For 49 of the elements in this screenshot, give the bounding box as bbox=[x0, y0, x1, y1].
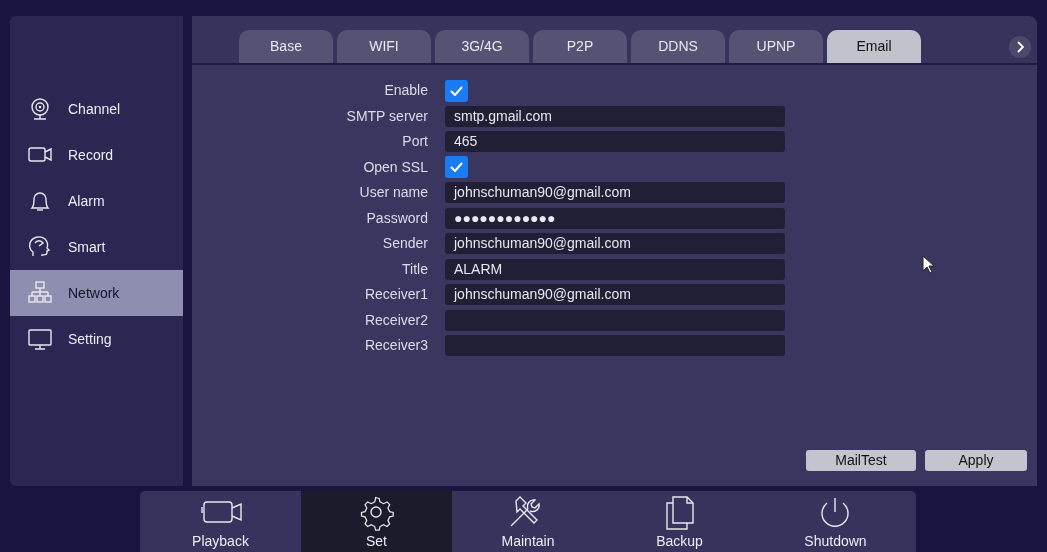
input-field[interactable]: johnschuman90@gmail.com bbox=[445, 182, 785, 203]
input-field[interactable]: ●●●●●●●●●●●● bbox=[445, 207, 785, 229]
field-label: Password bbox=[365, 208, 428, 228]
tab[interactable]: DDNS bbox=[631, 30, 725, 63]
sidebar-item[interactable]: Record bbox=[10, 132, 183, 178]
chevron-right-icon bbox=[1016, 41, 1024, 53]
sidebar-item[interactable]: Channel bbox=[10, 86, 183, 132]
checkbox[interactable] bbox=[445, 156, 468, 178]
field-label: Enable bbox=[383, 81, 428, 100]
sidebar-item[interactable]: Smart bbox=[10, 224, 183, 270]
field-label: Title bbox=[401, 259, 428, 279]
toolbar-button[interactable]: Shutdown bbox=[755, 491, 916, 552]
input-field[interactable]: 465 bbox=[445, 131, 785, 152]
tab[interactable]: WIFI bbox=[337, 30, 431, 63]
field-label: Open SSL bbox=[362, 157, 428, 177]
sidebar-item[interactable]: Alarm bbox=[10, 178, 183, 224]
input-field[interactable] bbox=[445, 309, 785, 331]
toolbar-button[interactable]: Set bbox=[301, 491, 452, 552]
tab[interactable]: 3G/4G bbox=[435, 30, 529, 63]
input-field[interactable] bbox=[445, 335, 785, 356]
action-button[interactable]: MailTest bbox=[806, 450, 916, 471]
toolbar-button[interactable]: Playback bbox=[140, 491, 301, 552]
tab[interactable]: UPNP bbox=[729, 30, 823, 63]
toolbar-button[interactable]: Maintain bbox=[452, 491, 604, 552]
monitor-icon bbox=[26, 326, 54, 352]
mouse-cursor-icon bbox=[922, 255, 936, 275]
tab[interactable]: P2P bbox=[533, 30, 627, 63]
field-label: SMTP server bbox=[345, 106, 428, 126]
tab[interactable]: Email bbox=[827, 30, 921, 63]
field-label: Receiver3 bbox=[363, 336, 428, 355]
field-label: Receiver1 bbox=[363, 285, 428, 304]
checkmark-icon bbox=[450, 85, 463, 96]
next-tab-button[interactable] bbox=[1009, 36, 1031, 58]
toolbar-button[interactable]: Backup bbox=[604, 491, 755, 552]
input-field[interactable]: johnschuman90@gmail.com bbox=[445, 233, 785, 254]
field-label: Port bbox=[401, 132, 428, 151]
input-field[interactable]: johnschuman90@gmail.com bbox=[445, 284, 785, 305]
field-label: Sender bbox=[381, 234, 428, 253]
checkmark-icon bbox=[450, 162, 463, 172]
input-field[interactable]: ALARM bbox=[445, 258, 785, 280]
field-label: User name bbox=[358, 183, 428, 202]
input-field[interactable]: smtp.gmail.com bbox=[445, 105, 785, 127]
field-label: Receiver2 bbox=[363, 310, 428, 330]
sidebar-item[interactable]: Setting bbox=[10, 316, 183, 362]
tab[interactable]: Base bbox=[239, 30, 333, 63]
checkbox[interactable] bbox=[445, 79, 468, 102]
action-button[interactable]: Apply bbox=[925, 450, 1027, 471]
network-icon bbox=[26, 280, 54, 306]
sidebar-item[interactable]: Network bbox=[10, 270, 183, 316]
